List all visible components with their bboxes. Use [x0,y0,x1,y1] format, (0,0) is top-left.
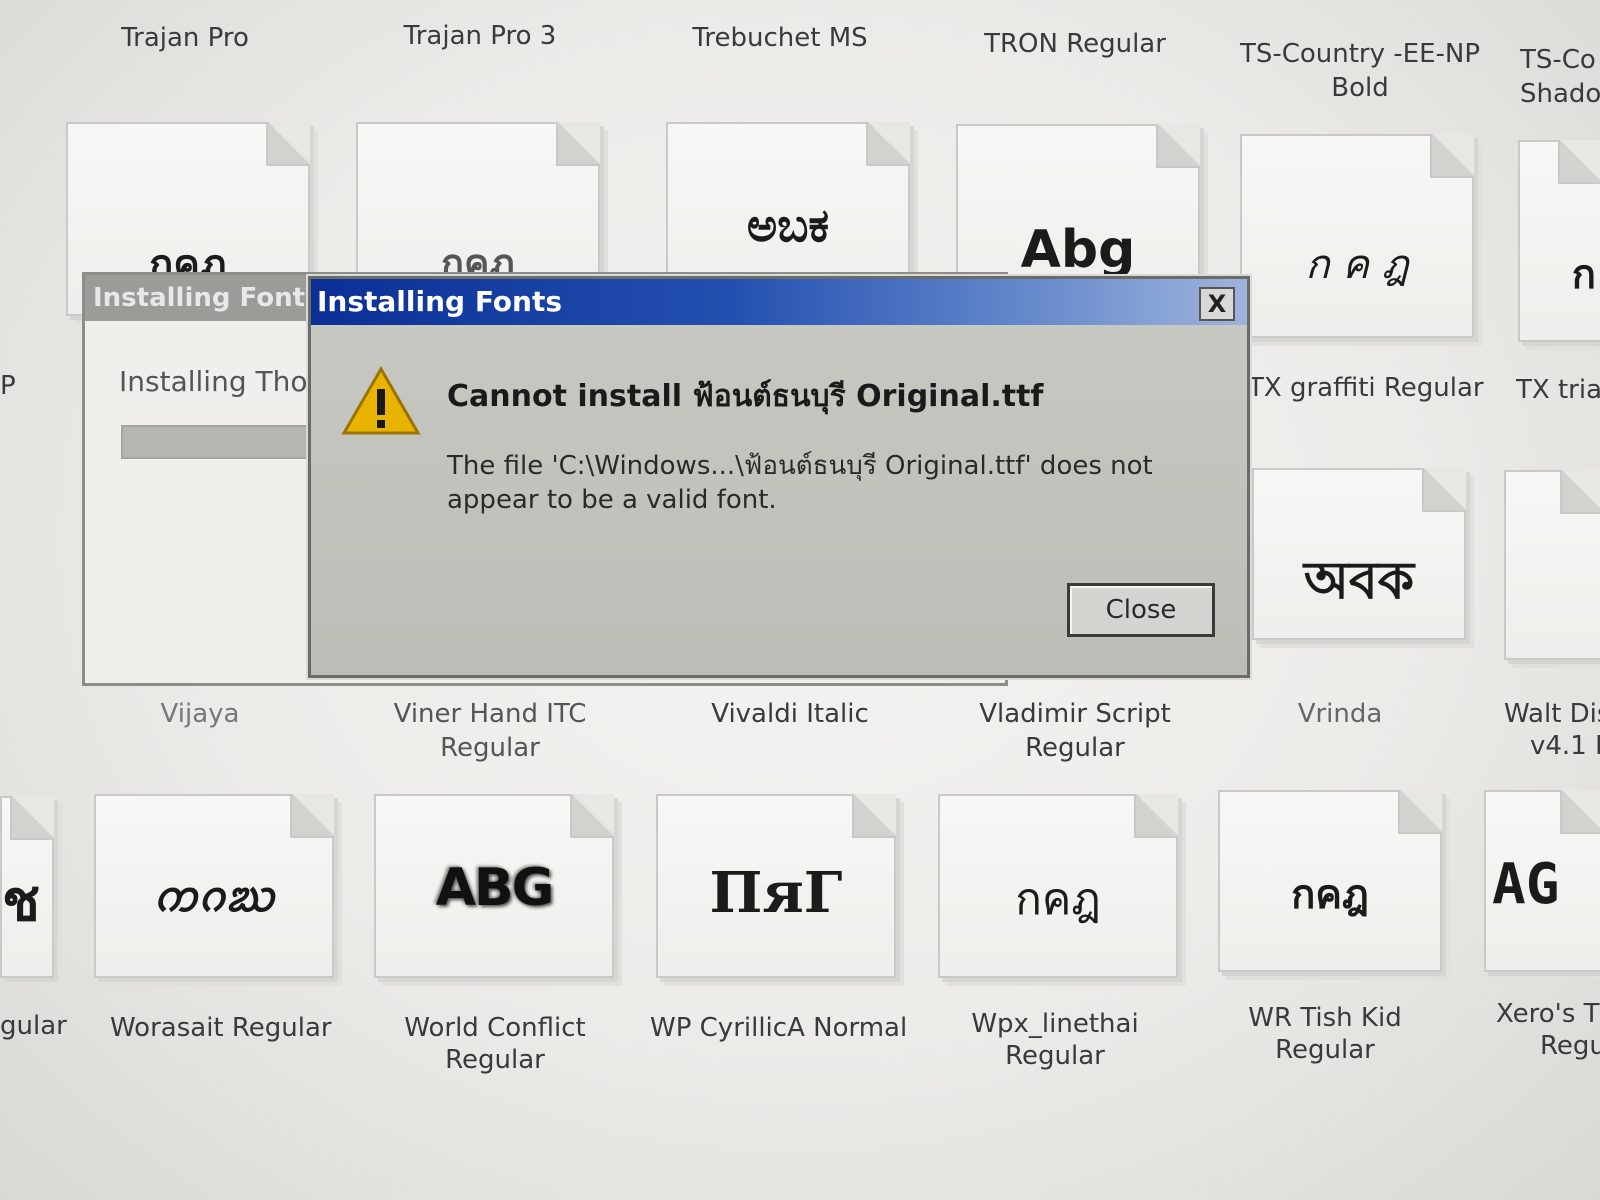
font-label-world-conflict-line2: Regular [445,1045,545,1075]
font-file-icon[interactable]: กคฎ [1218,790,1442,972]
font-preview-glyph: ก [1571,252,1596,298]
font-label-trajan-pro[interactable]: Trajan Pro [80,22,290,54]
font-file-icon[interactable]: AG [1484,790,1600,972]
font-preview-glyph: অবক [1303,551,1415,611]
font-file-icon[interactable]: ช [0,796,54,978]
error-dialog: Installing Fonts X Cannot install ฟ้อนต์… [308,276,1250,678]
font-file-icon[interactable]: กคฎ [938,794,1178,978]
font-preview-glyph: ช [2,869,41,934]
font-label-wr-tish-kid-line2: Regular [1275,1035,1375,1065]
font-label-trebuchet-ms[interactable]: Trebuchet MS [670,22,890,54]
font-label-vivaldi-italic[interactable]: Vivaldi Italic [680,698,900,730]
font-file-icon[interactable]: ПяГ [656,794,896,978]
progress-dialog-status: Installing Tho [119,365,308,398]
font-label-vijaya[interactable]: Vijaya [110,698,290,730]
font-label-wp-cyrillica[interactable]: WP CyrillicA Normal [650,1012,907,1044]
font-preview-glyph: กคฎ [1291,872,1369,918]
left-edge-label: P [0,371,16,401]
font-label-wr-tish-kid[interactable]: WR Tish Kid [1220,1002,1430,1034]
font-label-wpx-linethai[interactable]: Wpx_linethai [950,1008,1160,1040]
font-label-walt-disney[interactable]: Walt Disn [1504,698,1600,730]
font-preview-glyph: ПяГ [709,860,843,926]
font-label-gular[interactable]: gular [0,1010,67,1042]
warning-icon [341,366,421,435]
close-icon[interactable]: X [1199,287,1235,321]
error-message-body: The file 'C:\Windows...\ฟ้อนต์ธนบุรี Ori… [447,451,1153,515]
font-file-icon[interactable]: ก ค ฎ [1240,134,1474,338]
font-label-vladimir-script[interactable]: Vladimir Script [950,698,1200,730]
close-button[interactable]: Close [1067,583,1215,637]
font-label-worasait[interactable]: Worasait Regular [110,1012,332,1044]
font-label-tx-trian[interactable]: TX trian [1516,374,1600,406]
font-label-xeros-line2: Regu [1540,1031,1600,1061]
font-preview-glyph: ᨠᨣᨥ [153,872,275,921]
font-preview-glyph: Abg [1020,220,1136,280]
dialog-titlebar[interactable]: Installing Fonts X [311,279,1247,325]
font-preview-glyph: AG [1492,852,1560,917]
font-label-ts-co-line2: Shado [1520,79,1600,109]
font-preview-glyph: ก ค ฎ [1305,242,1409,288]
font-label-xeros[interactable]: Xero's Th [1496,998,1600,1030]
font-file-icon[interactable]: অবক [1252,468,1466,640]
font-preview-glyph: ಅಬಕ [746,198,830,252]
dialog-title: Installing Fonts [317,285,563,318]
font-file-icon[interactable]: ก [1518,140,1600,342]
font-label-viner-hand[interactable]: Viner Hand ITC [380,698,600,730]
font-label-world-conflict[interactable]: World Conflict [390,1012,600,1044]
font-label-trajan-pro-3[interactable]: Trajan Pro 3 [370,20,590,52]
font-label-wpx-linethai-line2: Regular [1005,1041,1105,1071]
font-preview-glyph: ABG [435,858,555,918]
font-label-vrinda[interactable]: Vrinda [1270,698,1410,730]
font-label-walt-disney-line2: v4.1 N [1530,731,1600,761]
font-label-tron-regular[interactable]: TRON Regular [960,28,1190,60]
font-label-viner-hand-line2: Regular [440,733,540,763]
font-label-ts-country-line2: Bold [1331,73,1389,103]
font-label-ts-co[interactable]: TS-Co [1520,44,1600,76]
error-message-title: Cannot install ฟ้อนต์ธนบุรี Original.ttf [447,379,1044,414]
font-label-vladimir-script-line2: Regular [1025,733,1125,763]
font-file-icon[interactable] [1504,470,1600,660]
font-preview-glyph: กคฎ [1015,874,1101,925]
font-file-icon[interactable]: ᨠᨣᨥ [94,794,334,978]
font-file-icon[interactable]: ABG [374,794,614,978]
font-label-tx-graffiti[interactable]: TX graffiti Regular [1248,372,1484,404]
font-label-ts-country[interactable]: TS-Country -EE-NP [1230,38,1490,70]
